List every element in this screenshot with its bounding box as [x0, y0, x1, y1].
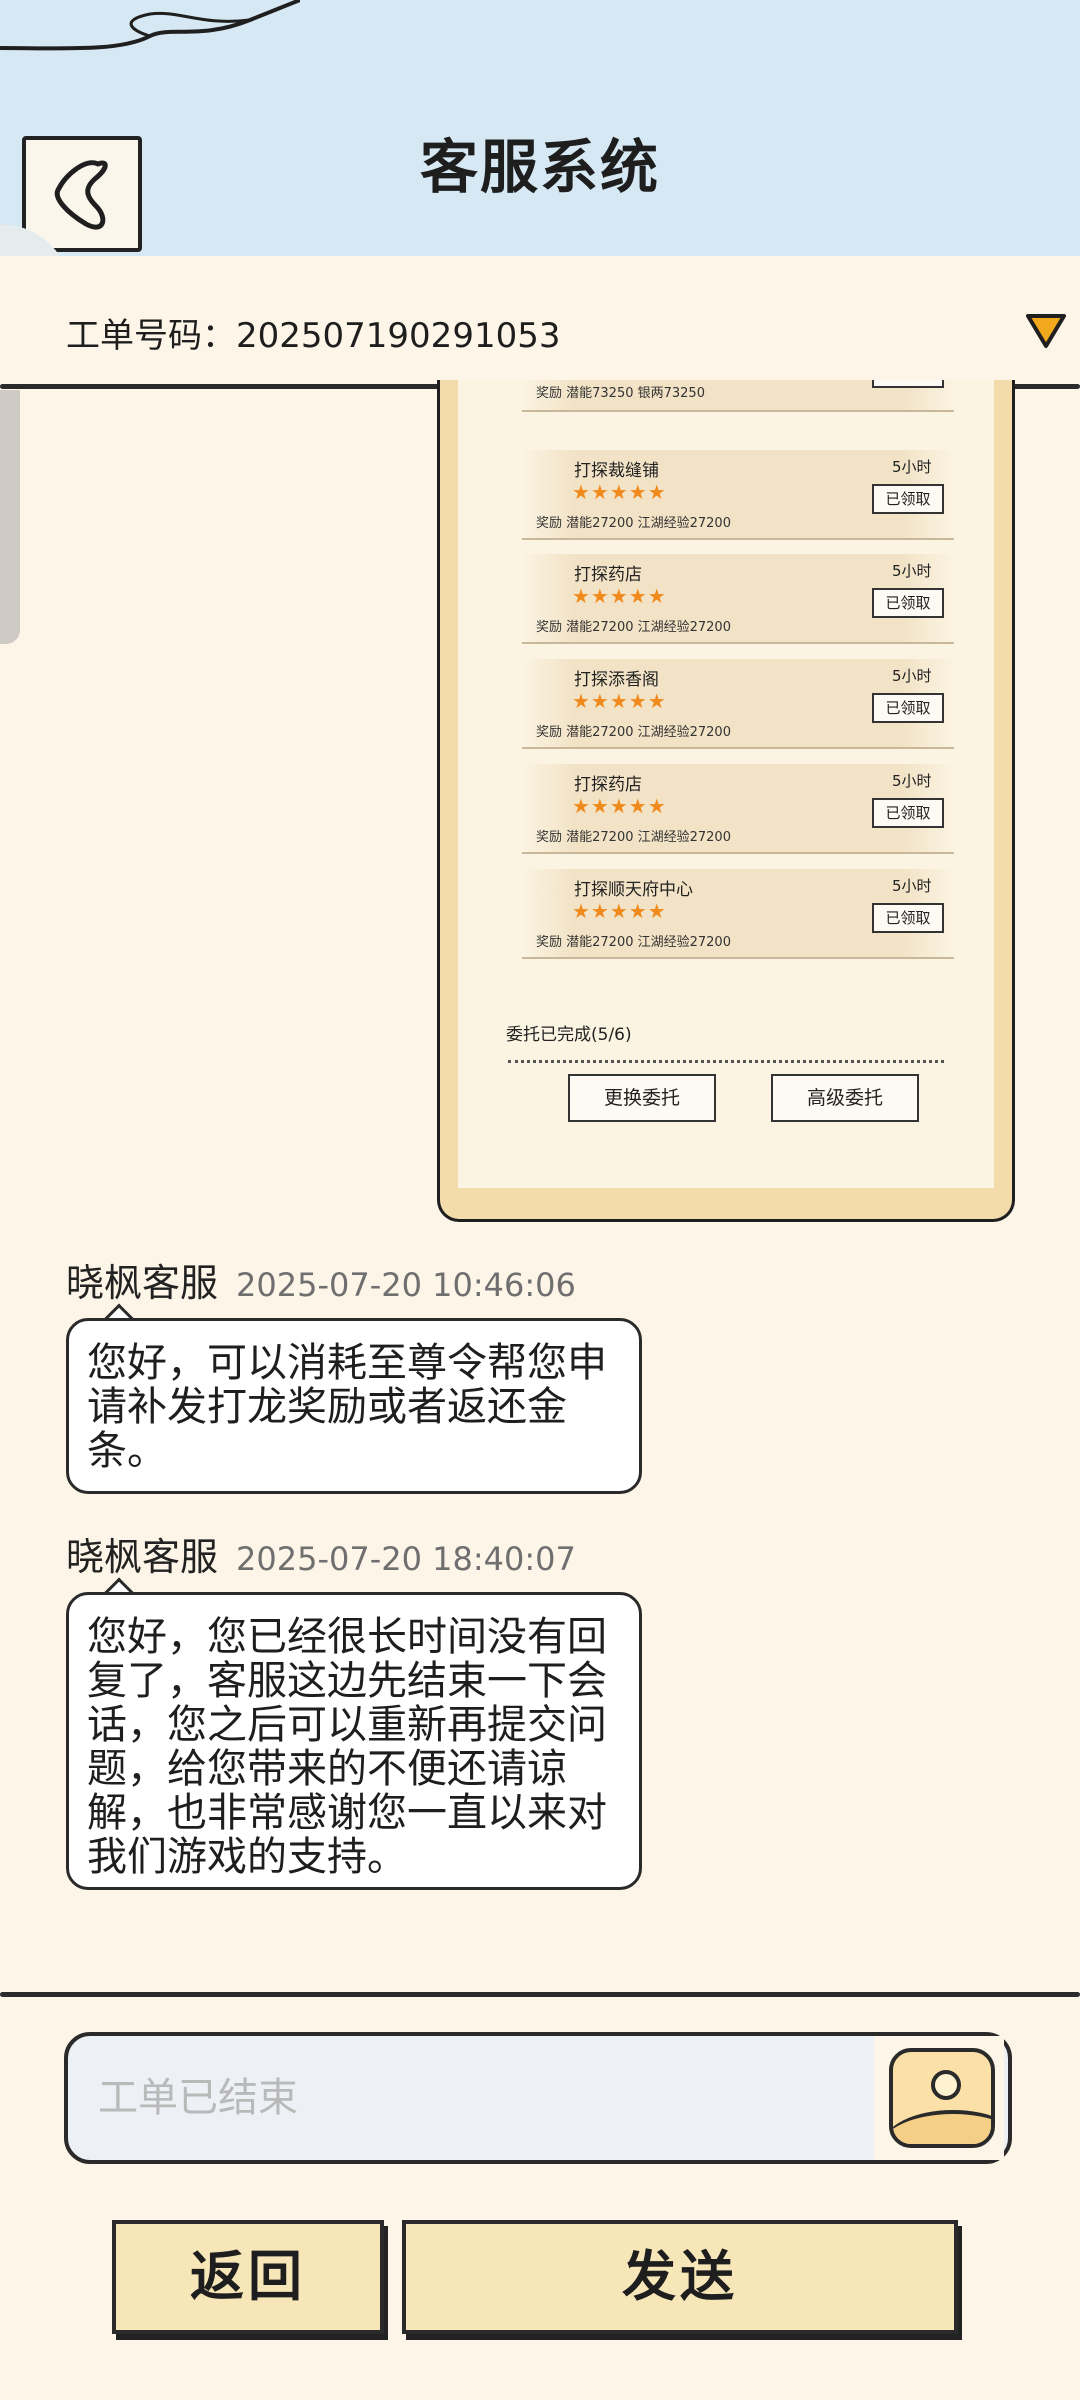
page-title: 客服系统	[419, 133, 660, 201]
task-status: 委托已完成(5/6)	[506, 1025, 632, 1045]
back-button[interactable]: 返回	[112, 2220, 384, 2334]
task-row: 打探药店 ★★★★★ 奖励 潜能27200 江湖经验27200 5小时 已领取	[522, 554, 954, 644]
ticket-bar: 工单号码：202507190291053	[0, 256, 1080, 390]
task-time: 5小时	[892, 562, 932, 580]
task-name: 打探裁缝铺	[574, 461, 659, 481]
task-time: 5小时	[892, 772, 932, 790]
message-bubble: 您好，您已经很长时间没有回复了，客服这边先结束一下会话，您之后可以重新再提交问题…	[66, 1592, 642, 1890]
task-row: 打探药店 ★★★★★ 奖励 潜能27200 江湖经验27200 5小时 已领取	[522, 764, 954, 854]
task-time: 5小时	[892, 458, 932, 476]
task-claimed-button: 已领取	[872, 484, 944, 514]
task-time: 5小时	[892, 877, 932, 895]
change-task-button: 更换委托	[568, 1074, 716, 1122]
task-name: 打探顺天府中心	[574, 880, 693, 900]
message-header: 晓枫客服 2025-07-20 18:40:07	[66, 1526, 576, 1581]
dotted-divider	[508, 1060, 944, 1063]
task-time: 5小时	[892, 667, 932, 685]
task-reward: 奖励 潜能27200 江湖经验27200	[536, 725, 731, 740]
dropdown-triangle-icon[interactable]	[1024, 310, 1068, 350]
message-timestamp: 2025-07-20 10:46:06	[236, 1266, 576, 1304]
screenshot-content: 奖励 潜能73250 银两73250 打探裁缝铺 ★★★★★ 奖励 潜能2720…	[458, 380, 994, 1188]
task-row: 打探顺天府中心 ★★★★★ 奖励 潜能27200 江湖经验27200 5小时 已…	[522, 869, 954, 959]
image-upload-button[interactable]	[874, 2036, 1004, 2160]
task-claimed-button: 已领取	[872, 588, 944, 618]
send-button[interactable]: 发送	[402, 2220, 958, 2334]
star-rating-icon: ★★★★★	[572, 584, 667, 608]
task-reward: 奖励 潜能27200 江湖经验27200	[536, 935, 731, 950]
advanced-task-button: 高级委托	[771, 1074, 919, 1122]
message-header: 晓枫客服 2025-07-20 10:46:06	[66, 1252, 576, 1307]
star-rating-icon: ★★★★★	[572, 794, 667, 818]
task-claimed-button: 已领取	[872, 903, 944, 933]
star-rating-icon: ★★★★★	[572, 480, 667, 504]
task-reward: 奖励 潜能27200 江湖经验27200	[536, 516, 731, 531]
ticket-number-value: 202507190291053	[236, 316, 561, 356]
task-claimed-button: 已领取	[872, 798, 944, 828]
screenshot-image-message[interactable]: 奖励 潜能73250 银两73250 打探裁缝铺 ★★★★★ 奖励 潜能2720…	[437, 380, 1015, 1222]
task-button-partial	[872, 380, 944, 388]
task-reward: 奖励 潜能27200 江湖经验27200	[536, 620, 731, 635]
task-claimed-button: 已领取	[872, 693, 944, 723]
task-reward: 奖励 潜能27200 江湖经验27200	[536, 830, 731, 845]
message-timestamp: 2025-07-20 18:40:07	[236, 1540, 576, 1578]
message-input[interactable]	[98, 2036, 898, 2160]
ticket-number-label: 工单号码：	[66, 316, 236, 356]
task-name: 打探药店	[574, 565, 642, 585]
task-row: 打探添香阁 ★★★★★ 奖励 潜能27200 江湖经验27200 5小时 已领取	[522, 659, 954, 749]
message-bubble: 您好，可以消耗至尊令帮您申请补发打龙奖励或者返还金条。	[66, 1318, 642, 1494]
task-name: 打探药店	[574, 775, 642, 795]
message-sender: 晓枫客服	[66, 1535, 219, 1579]
divider	[0, 1992, 1080, 1997]
cloud-decoration-icon	[0, 0, 300, 51]
task-name: 打探添香阁	[574, 670, 659, 690]
image-hill-shape	[893, 2110, 991, 2144]
star-rating-icon: ★★★★★	[572, 689, 667, 713]
ticket-number-row: 工单号码：202507190291053	[66, 308, 560, 357]
task-reward: 奖励 潜能73250 银两73250	[536, 386, 705, 401]
image-sun-shape	[931, 2070, 961, 2100]
task-row: 打探裁缝铺 ★★★★★ 奖励 潜能27200 江湖经验27200 5小时 已领取	[522, 450, 954, 540]
header-bar: 客服系统	[0, 0, 1080, 256]
star-rating-icon: ★★★★★	[572, 899, 667, 923]
message-sender: 晓枫客服	[66, 1261, 219, 1305]
message-input-box[interactable]	[64, 2032, 1012, 2164]
image-icon	[889, 2048, 995, 2148]
task-row-partial: 奖励 潜能73250 银两73250	[522, 380, 954, 412]
